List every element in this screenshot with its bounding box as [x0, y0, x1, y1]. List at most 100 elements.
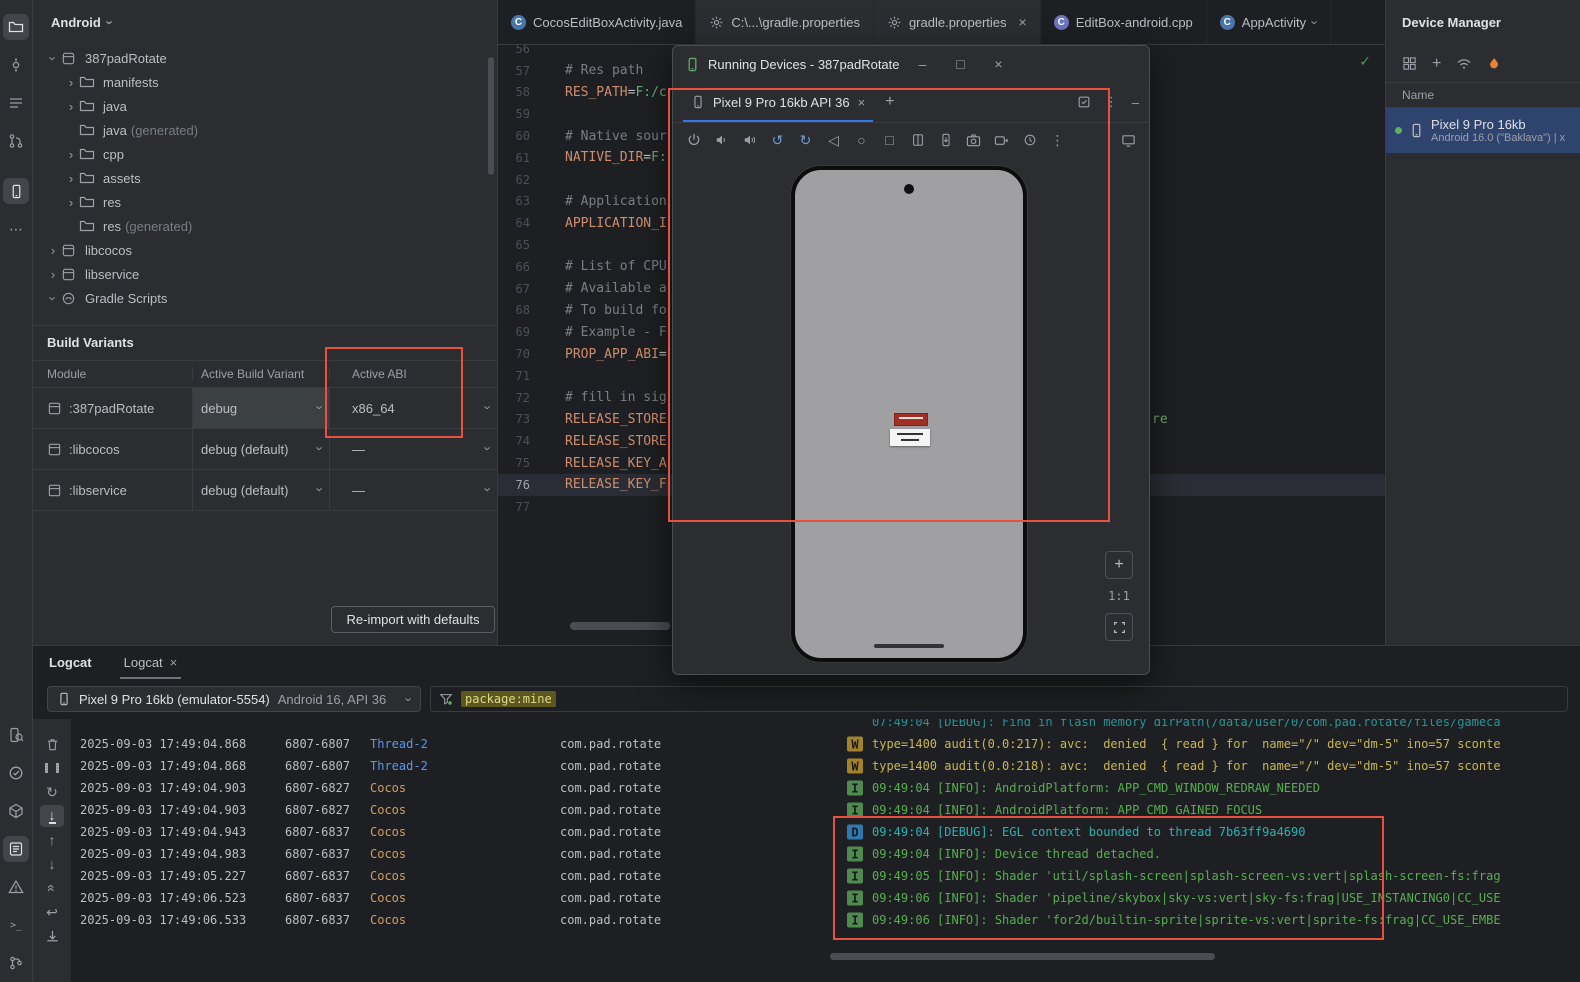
pull-requests-icon[interactable]	[3, 128, 29, 154]
line-number[interactable]: 63	[498, 194, 530, 208]
line-number[interactable]: 61	[498, 151, 530, 165]
close-tab-icon[interactable]: ×	[858, 95, 866, 110]
home-icon[interactable]: ○	[849, 128, 874, 152]
more-icon[interactable]: ⋮	[1045, 128, 1070, 152]
volume-up-icon[interactable]	[737, 128, 762, 152]
screen-record-icon[interactable]	[989, 128, 1014, 152]
line-number[interactable]: 62	[498, 173, 530, 187]
close-window-icon[interactable]: ×	[984, 56, 1014, 72]
project-tree-item[interactable]: › libservice	[33, 262, 489, 286]
logcat-filter-input[interactable]: package:mine	[430, 686, 1568, 712]
zoom-in-icon[interactable]: +	[1105, 551, 1133, 579]
commit-icon[interactable]	[3, 52, 29, 78]
line-number[interactable]: 66	[498, 260, 530, 274]
ui-settings-icon[interactable]	[1077, 95, 1091, 109]
terminal-icon[interactable]: >_	[3, 912, 29, 938]
line-number[interactable]: 74	[498, 434, 530, 448]
line-number[interactable]: 77	[498, 500, 530, 514]
collapse-all-icon[interactable]: «	[40, 877, 64, 899]
line-number[interactable]: 69	[498, 325, 530, 339]
chevron-icon[interactable]: ›	[63, 99, 79, 114]
project-tree-item[interactable]: › java	[33, 94, 489, 118]
add-device-tab-icon[interactable]: +	[885, 93, 894, 111]
back-icon[interactable]: ◁	[821, 128, 846, 152]
project-icon[interactable]	[3, 14, 29, 40]
virtual-devices-grid-icon[interactable]	[1402, 56, 1417, 71]
device-explorer-icon[interactable]	[3, 722, 29, 748]
project-tree-item[interactable]: › assets	[33, 166, 489, 190]
line-number[interactable]: 75	[498, 456, 530, 470]
chevron-icon[interactable]: ›	[63, 195, 79, 210]
rotate-left-icon[interactable]: ↺	[765, 128, 790, 152]
logcat-stripe-icon[interactable]	[3, 836, 29, 862]
build-variant-dropdown[interactable]: debug (default) ›	[193, 470, 330, 510]
logcat-row-partial[interactable]: 07:49:04 [DEBUG]: Find in flash memory d…	[71, 719, 1580, 733]
device-row[interactable]: Pixel 9 Pro 16kb Android 16.0 ("Baklava"…	[1386, 108, 1580, 153]
logcat-row[interactable]: 2025-09-03 17:49:04.943 6807-6837 Cocos …	[71, 821, 1580, 843]
logcat-row[interactable]: 2025-09-03 17:49:06.523 6807-6837 Cocos …	[71, 887, 1580, 909]
minimize-window-icon[interactable]: –	[908, 56, 938, 72]
project-tree-item[interactable]: › Gradle Scripts	[33, 286, 489, 310]
build-variant-row[interactable]: :libcocos debug (default) › — ›	[33, 429, 497, 470]
line-number[interactable]: 57	[498, 64, 530, 78]
line-number[interactable]: 64	[498, 216, 530, 230]
soft-wrap-icon[interactable]: ↩	[40, 901, 64, 923]
logcat-row[interactable]: 2025-09-03 17:49:06.533 6807-6837 Cocos …	[71, 909, 1580, 931]
display-settings-icon[interactable]	[1116, 128, 1141, 152]
chevron-icon[interactable]: ›	[46, 50, 61, 66]
editbox-demo-input[interactable]	[890, 429, 930, 446]
close-tab-icon[interactable]: ×	[1019, 14, 1027, 30]
screenshot-icon[interactable]	[961, 128, 986, 152]
logcat-row[interactable]: 2025-09-03 17:49:04.903 6807-6827 Cocos …	[71, 799, 1580, 821]
device-selector[interactable]: Pixel 9 Pro 16kb (emulator-5554) Android…	[47, 686, 421, 712]
line-number[interactable]: 68	[498, 303, 530, 317]
recents-icon[interactable]: □	[877, 128, 902, 152]
fold-icon[interactable]	[905, 128, 930, 152]
device-tab[interactable]: Pixel 9 Pro 16kb API 36 ×	[683, 82, 873, 122]
add-device-icon[interactable]: +	[1432, 55, 1441, 73]
line-number[interactable]: 73	[498, 412, 530, 426]
structure-icon[interactable]	[3, 90, 29, 116]
line-number[interactable]: 72	[498, 391, 530, 405]
abi-dropdown[interactable]: x86_64 ›	[330, 388, 497, 428]
fit-to-window-icon[interactable]	[1105, 613, 1133, 641]
tab-gradle-properties-selected[interactable]: gradle.properties ×	[874, 0, 1041, 44]
line-number[interactable]: 56	[498, 45, 530, 56]
chevron-icon[interactable]: ›	[45, 267, 61, 282]
build-variant-dropdown[interactable]: debug ›	[193, 388, 330, 428]
more-options-icon[interactable]: ⋮	[1105, 94, 1118, 110]
problems-icon[interactable]	[3, 874, 29, 900]
volume-down-icon[interactable]	[709, 128, 734, 152]
previous-occurrence-icon[interactable]: ↑	[40, 829, 64, 851]
maximize-window-icon[interactable]: □	[946, 56, 976, 72]
mirror-icon[interactable]	[933, 128, 958, 152]
chevron-icon[interactable]: ›	[63, 147, 79, 162]
build-variant-row[interactable]: :387padRotate debug › x86_64 ›	[33, 388, 497, 429]
column-name[interactable]: Name	[1386, 83, 1580, 108]
editor-horizontal-scrollbar[interactable]	[570, 622, 670, 630]
project-tree-item[interactable]: › res	[33, 190, 489, 214]
abi-dropdown[interactable]: — ›	[330, 470, 497, 510]
build-variant-row[interactable]: :libservice debug (default) › — ›	[33, 470, 497, 511]
chevron-icon[interactable]: ›	[63, 75, 79, 90]
chevron-icon[interactable]: ›	[63, 171, 79, 186]
device-screen[interactable]	[791, 166, 1027, 662]
tab-editbox-android-cpp[interactable]: C EditBox-android.cpp	[1041, 0, 1207, 44]
line-number[interactable]: 70	[498, 347, 530, 361]
project-tree-item[interactable]: › 387padRotate	[33, 46, 489, 70]
running-devices-stripe-icon[interactable]	[3, 178, 29, 204]
running-devices-titlebar[interactable]: Running Devices - 387padRotate – □ ×	[673, 46, 1149, 82]
tab-app-activity[interactable]: C AppActivity ›	[1207, 0, 1332, 44]
reimport-defaults-button[interactable]: Re-import with defaults	[331, 606, 495, 633]
project-tree-item[interactable]: › manifests	[33, 70, 489, 94]
abi-dropdown[interactable]: — ›	[330, 429, 497, 469]
restart-logcat-icon[interactable]: ↻	[40, 781, 64, 803]
line-number[interactable]: 65	[498, 238, 530, 252]
filter-chip[interactable]: package:mine	[461, 691, 556, 707]
chevron-icon[interactable]: ›	[45, 243, 61, 258]
logcat-horizontal-scrollbar[interactable]	[830, 953, 1215, 960]
line-number[interactable]: 76	[498, 478, 530, 492]
scroll-to-end-icon[interactable]: ↓	[40, 805, 64, 827]
logcat-log-area[interactable]: 07:49:04 [DEBUG]: Find in flash memory d…	[71, 719, 1580, 956]
next-occurrence-icon[interactable]: ↓	[40, 853, 64, 875]
